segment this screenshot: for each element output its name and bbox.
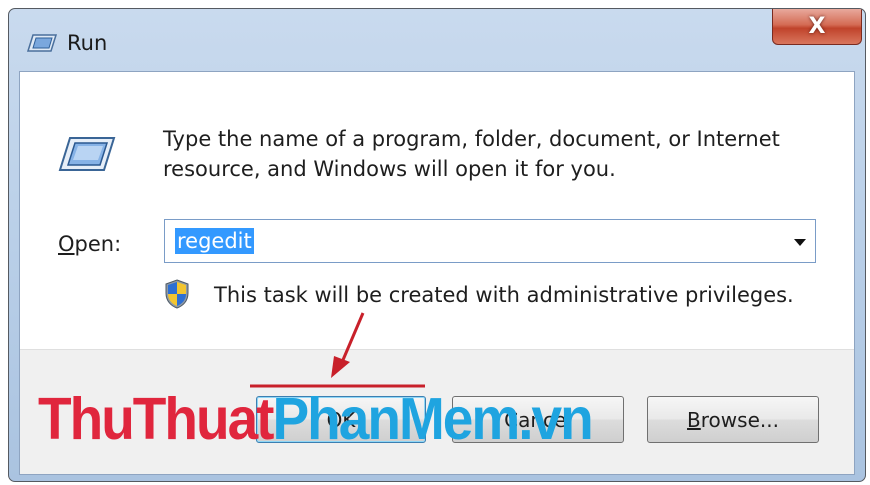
open-label-mnemonic: O bbox=[58, 232, 75, 256]
title-bar[interactable]: Run X bbox=[9, 9, 865, 71]
watermark-part1: ThuThuat bbox=[38, 385, 274, 453]
browse-button[interactable]: Browse... bbox=[647, 396, 819, 443]
close-button[interactable]: X bbox=[772, 9, 862, 45]
browse-button-mnemonic: B bbox=[687, 407, 701, 432]
dialog-content-area: Type the name of a program, folder, docu… bbox=[20, 72, 854, 350]
watermark-logo: ThuThuatPhanMem.vn bbox=[38, 384, 594, 453]
chevron-down-icon[interactable] bbox=[793, 237, 807, 247]
admin-privileges-note: This task will be created with administr… bbox=[214, 283, 794, 307]
open-label-text: pen: bbox=[74, 232, 122, 256]
run-icon bbox=[27, 34, 57, 52]
window-title: Run bbox=[67, 31, 108, 55]
dialog-description: Type the name of a program, folder, docu… bbox=[163, 127, 780, 181]
close-icon: X bbox=[808, 14, 826, 39]
open-label: Open: bbox=[58, 232, 121, 256]
open-combobox[interactable]: regedit bbox=[164, 219, 816, 263]
run-icon bbox=[58, 137, 116, 171]
open-input-value[interactable]: regedit bbox=[175, 228, 254, 254]
uac-shield-icon bbox=[165, 279, 189, 309]
watermark-part2: PhanMem bbox=[272, 385, 520, 453]
browse-button-label: rowse... bbox=[700, 407, 779, 432]
watermark-part3: .vn bbox=[518, 385, 593, 453]
